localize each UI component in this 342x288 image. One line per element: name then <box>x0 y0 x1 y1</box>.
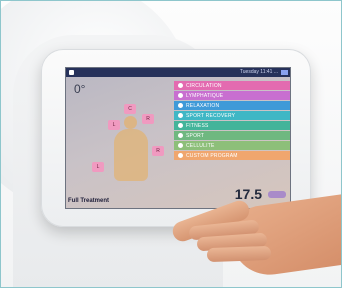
menu-item-label: RELAXATION <box>186 102 220 109</box>
body-silhouette <box>114 129 148 181</box>
menu-item-label: SPORT RECOVERY <box>186 112 236 119</box>
program-menu: CIRCULATION LYMPHATIQUE RELAXATION SPORT… <box>174 81 290 161</box>
menu-item-label: FITNESS <box>186 122 209 129</box>
treatment-zone[interactable]: L <box>92 162 104 172</box>
treatment-zone[interactable]: L <box>108 120 120 130</box>
intensity-button[interactable] <box>268 191 286 198</box>
menu-item-label: CELLULITE <box>186 142 215 149</box>
program-caption: Full Treatment <box>68 198 110 204</box>
menu-item-icon <box>178 113 183 118</box>
tablet-screen[interactable]: Tuesday 11:41 ... 0° L L C R R Full Trea… <box>65 67 291 209</box>
menu-item[interactable]: CIRCULATION <box>174 81 290 90</box>
menu-item[interactable]: RELAXATION <box>174 101 290 110</box>
menu-item-icon <box>178 153 183 158</box>
menu-item[interactable]: FITNESS <box>174 121 290 130</box>
logo-icon <box>69 70 74 75</box>
menu-item-icon <box>178 93 183 98</box>
status-text: Tuesday 11:41 ... <box>239 69 278 75</box>
screen-topbar: Tuesday 11:41 ... <box>66 68 290 77</box>
menu-item[interactable]: LYMPHATIQUE <box>174 91 290 100</box>
menu-item-icon <box>178 83 183 88</box>
hand-finger <box>206 245 272 263</box>
menu-item[interactable]: SPORT RECOVERY <box>174 111 290 120</box>
treatment-zone[interactable]: C <box>124 104 136 114</box>
menu-item[interactable]: SPORT <box>174 131 290 140</box>
menu-item-icon <box>178 103 183 108</box>
menu-item-label: CIRCULATION <box>186 82 222 89</box>
body-silhouette-head <box>124 116 137 129</box>
photo-frame: Tuesday 11:41 ... 0° L L C R R Full Trea… <box>0 0 342 288</box>
menu-item[interactable]: CUSTOM PROGRAM <box>174 151 290 160</box>
menu-item-icon <box>178 123 183 128</box>
menu-item-label: SPORT <box>186 132 205 139</box>
tablet-device: Tuesday 11:41 ... 0° L L C R R Full Trea… <box>41 49 311 227</box>
menu-item-icon <box>178 143 183 148</box>
menu-item-icon <box>178 133 183 138</box>
treatment-zone[interactable]: R <box>142 114 154 124</box>
menu-item-label: LYMPHATIQUE <box>186 92 224 99</box>
menu-item[interactable]: CELLULITE <box>174 141 290 150</box>
treatment-zone[interactable]: R <box>152 146 164 156</box>
angle-readout: 0° <box>74 82 86 96</box>
menu-item-label: CUSTOM PROGRAM <box>186 152 238 159</box>
settings-button[interactable] <box>281 70 288 75</box>
